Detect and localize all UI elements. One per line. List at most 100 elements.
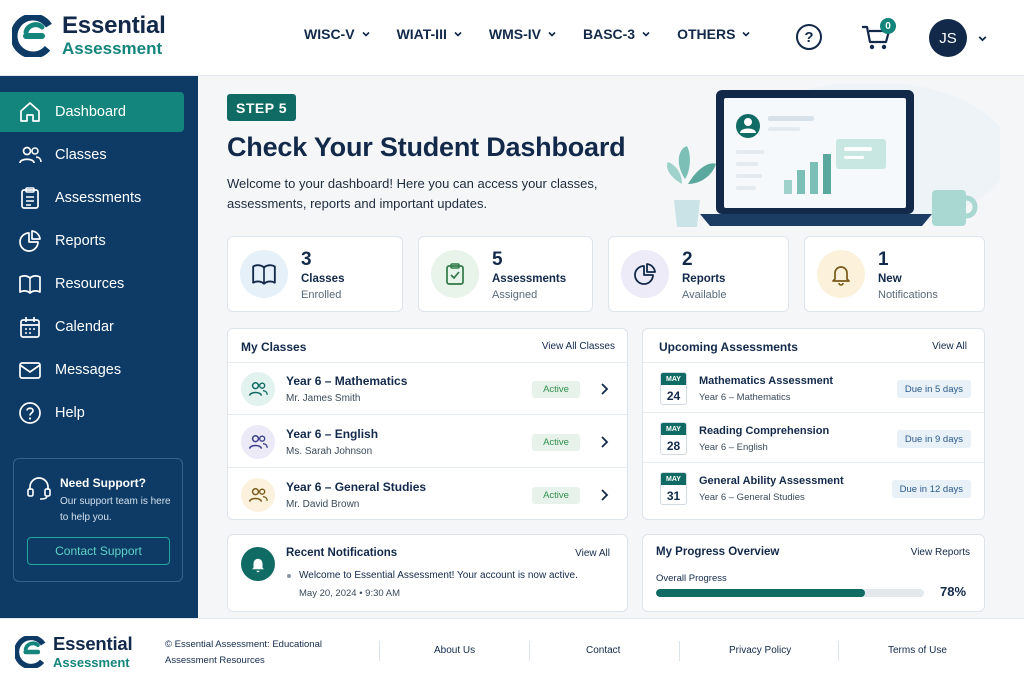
nav-item-wiat-iii[interactable]: WIAT-III: [397, 26, 463, 42]
sidebar-item-calendar[interactable]: Calendar: [0, 307, 198, 347]
brand-logo[interactable]: Essential Assessment: [12, 14, 166, 57]
footer-link-about[interactable]: About Us: [434, 645, 475, 656]
view-all-assessments-link[interactable]: View All: [932, 341, 967, 352]
view-all-classes-link[interactable]: View All Classes: [542, 341, 615, 352]
view-reports-link[interactable]: View Reports: [911, 547, 970, 558]
page-title: Check Your Student Dashboard: [227, 132, 626, 162]
stat-card-assessments[interactable]: 5 Assessments Assigned: [418, 236, 593, 312]
assessment-name: General Ability Assessment: [699, 475, 844, 487]
sidebar-item-label: Resources: [55, 276, 125, 292]
notification-timestamp: May 20, 2024 • 9:30 AM: [299, 588, 401, 599]
footer-link-terms[interactable]: Terms of Use: [888, 645, 947, 656]
chevron-down-icon: [642, 31, 650, 37]
sidebar-item-label: Reports: [55, 233, 106, 249]
panel-title: My Classes: [241, 340, 307, 354]
sidebar-item-resources[interactable]: Resources: [0, 264, 198, 304]
assessment-row[interactable]: MAY 28 Reading Comprehension Year 6 – En…: [643, 413, 984, 463]
calendar-date-icon: MAY 31: [660, 472, 687, 505]
sidebar-item-messages[interactable]: Messages: [0, 350, 198, 390]
chevron-down-icon: [548, 31, 556, 37]
chevron-right-icon[interactable]: [599, 382, 611, 396]
stat-card-reports[interactable]: 2 Reports Available: [608, 236, 789, 312]
chevron-right-icon[interactable]: [599, 488, 611, 502]
chevron-down-icon: [361, 31, 370, 37]
calendar-icon: [20, 317, 40, 338]
panel-title: Recent Notifications: [286, 547, 398, 559]
divider: [379, 641, 380, 661]
progress-bar: [656, 589, 924, 597]
chevron-down-icon: [742, 31, 751, 37]
sidebar-item-label: Calendar: [55, 319, 114, 335]
assessment-class: Year 6 – Mathematics: [699, 392, 791, 403]
assessment-name: Mathematics Assessment: [699, 375, 834, 387]
sidebar-item-reports[interactable]: Reports: [0, 221, 198, 261]
clipboard-icon: [21, 187, 39, 209]
question-circle-icon: ?: [804, 28, 814, 46]
divider: [679, 641, 680, 661]
class-row[interactable]: Year 6 – General Studies Mr. David Brown…: [228, 469, 627, 521]
sidebar-item-assessments[interactable]: Assessments: [0, 178, 198, 218]
step-badge: STEP 5: [227, 94, 296, 121]
nav-item-wms-iv[interactable]: WMS-IV: [489, 26, 557, 42]
stat-value: 1: [878, 249, 889, 270]
sidebar: Dashboard Classes Assessments Reports Re…: [0, 76, 198, 618]
stat-card-notifications[interactable]: 1 New Notifications: [804, 236, 985, 312]
bell-icon: [817, 250, 865, 298]
calendar-date-icon: MAY 28: [660, 422, 687, 455]
stat-label: Assessments: [492, 273, 567, 285]
brand-name: Essential: [62, 12, 166, 39]
product-nav: WISC-V WIAT-III WMS-IV BASC-3 OTHERS: [304, 26, 777, 42]
footer-link-contact[interactable]: Contact: [586, 645, 620, 656]
date-month: MAY: [661, 373, 686, 385]
class-name: Year 6 – English: [286, 427, 379, 441]
footer-logo[interactable]: Essential Assessment: [15, 634, 133, 669]
class-name: Year 6 – General Studies: [286, 480, 427, 494]
nav-item-others[interactable]: OTHERS: [677, 26, 751, 42]
help-button[interactable]: ?: [796, 24, 822, 50]
nav-item-wisc-v[interactable]: WISC-V: [304, 26, 371, 42]
home-icon: [20, 102, 40, 122]
stat-sub: Enrolled: [301, 289, 342, 301]
book-open-icon: [240, 250, 288, 298]
users-icon: [241, 372, 275, 406]
stat-value: 5: [492, 249, 503, 270]
support-text: Our support team is here to help you.: [60, 496, 171, 523]
progress-overview-panel: My Progress Overview View Reports Overal…: [642, 534, 985, 612]
class-row[interactable]: Year 6 – Mathematics Mr. James Smith Act…: [228, 363, 627, 415]
nav-item-basc-3[interactable]: BASC-3: [583, 26, 651, 42]
stat-label: New: [878, 273, 902, 285]
page-description: Welcome to your dashboard! Here you can …: [227, 176, 598, 211]
progress-label: Overall Progress: [656, 573, 727, 584]
assessment-row[interactable]: MAY 24 Mathematics Assessment Year 6 – M…: [643, 363, 984, 413]
footer-link-privacy[interactable]: Privacy Policy: [729, 645, 791, 656]
class-name: Year 6 – Mathematics: [286, 374, 408, 388]
nav-item-label: WIAT-III: [396, 26, 447, 42]
top-navigation-bar: Essential Assessment WISC-V WIAT-III WMS…: [0, 0, 1024, 76]
user-avatar[interactable]: JS: [929, 19, 967, 57]
class-row[interactable]: Year 6 – English Ms. Sarah Johnson Activ…: [228, 416, 627, 468]
sidebar-item-classes[interactable]: Classes: [0, 135, 198, 175]
assessment-row[interactable]: MAY 31 General Ability Assessment Year 6…: [643, 463, 984, 513]
stat-card-classes[interactable]: 3 Classes Enrolled: [227, 236, 403, 312]
sidebar-item-dashboard[interactable]: Dashboard: [0, 92, 184, 132]
view-all-notifications-link[interactable]: View All: [575, 548, 610, 559]
class-teacher: Mr. James Smith: [286, 393, 361, 404]
brand-subname: Assessment: [62, 39, 163, 58]
logo-mark-icon: [15, 635, 47, 668]
notification-message[interactable]: Welcome to Essential Assessment! Your ac…: [299, 570, 578, 581]
calendar-date-icon: MAY 24: [660, 372, 687, 405]
book-icon: [19, 275, 41, 294]
nav-item-label: WMS-IV: [488, 26, 541, 42]
bell-icon: [241, 547, 275, 581]
chevron-down-icon[interactable]: [977, 33, 988, 44]
date-month: MAY: [661, 473, 686, 485]
chevron-right-icon[interactable]: [599, 435, 611, 449]
contact-support-button[interactable]: Contact Support: [27, 537, 170, 565]
assessment-class: Year 6 – General Studies: [699, 492, 805, 503]
status-badge: Active: [532, 381, 580, 398]
date-month: MAY: [661, 423, 686, 435]
sidebar-item-help[interactable]: Help: [0, 393, 198, 433]
sidebar-item-label: Dashboard: [55, 104, 126, 120]
my-classes-panel: My Classes View All Classes Year 6 – Mat…: [227, 328, 628, 520]
stat-value: 2: [682, 249, 693, 270]
